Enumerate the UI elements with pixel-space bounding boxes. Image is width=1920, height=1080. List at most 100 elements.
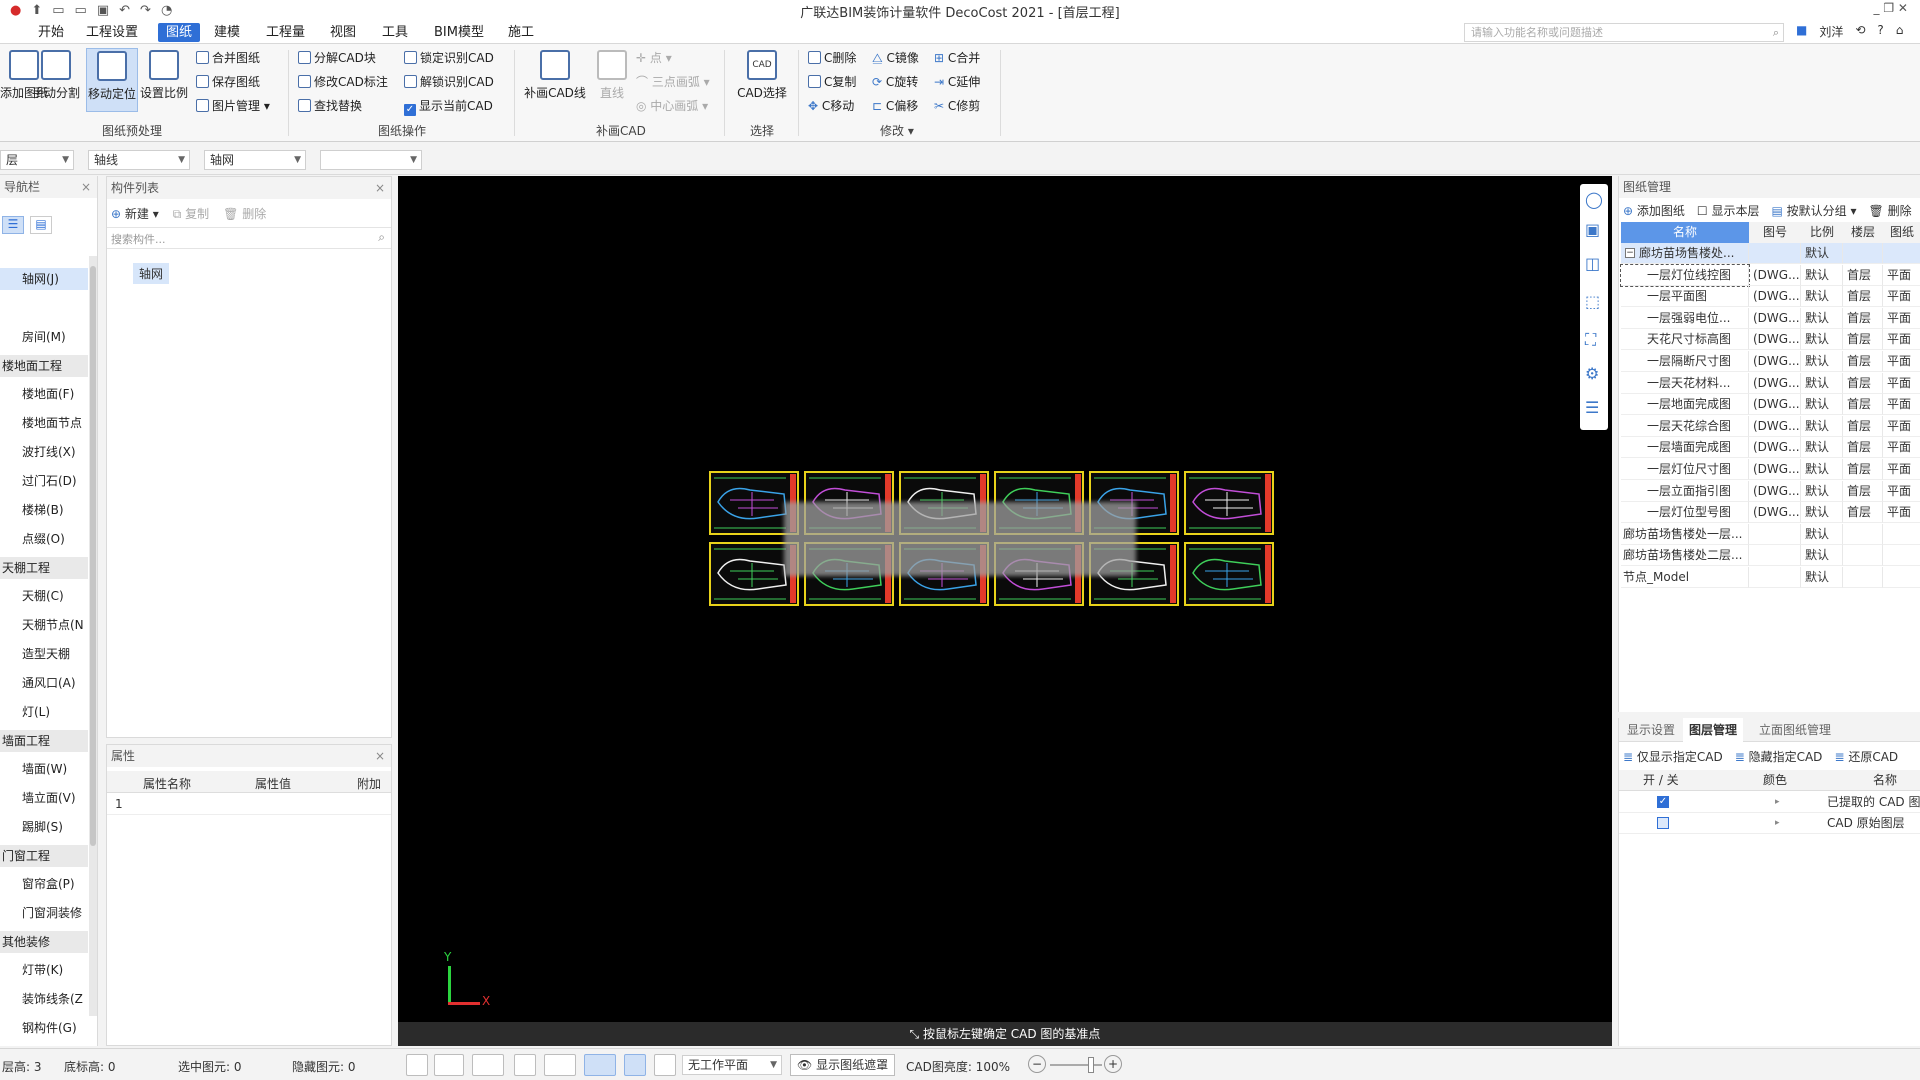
sidebar-item[interactable]: 踢脚(S) (0, 816, 88, 838)
manual-split-button[interactable]: 手动分割 (32, 48, 80, 112)
tab-tools[interactable]: 工具 (374, 23, 416, 42)
search-icon[interactable]: ⌕ (378, 230, 385, 245)
add-drawing-link[interactable]: ⊕ 添加图纸 (1623, 202, 1685, 219)
snap-icon[interactable] (584, 1054, 616, 1076)
show-mask-button[interactable]: 👁 显示图纸遮罩 (790, 1054, 896, 1076)
show-current-floor-checkbox[interactable]: ☐ 显示本层 (1697, 202, 1760, 219)
table-row[interactable]: 一层隔断尺寸图 (DWG... 默认 首层 平面 (1621, 351, 1920, 372)
c-merge-button[interactable]: ⊞ C合并 (934, 48, 980, 68)
c-rotate-button[interactable]: ⟳ C旋转 (872, 72, 918, 92)
save-drawing-button[interactable]: 保存图纸 (196, 72, 260, 92)
tab-bim-model[interactable]: BIM模型 (426, 23, 492, 42)
table-row[interactable]: 一层墙面完成图 (DWG... 默认 首层 平面 (1621, 437, 1920, 459)
c-mirror-button[interactable]: ⧋ C镜像 (872, 48, 919, 68)
tab-display-settings[interactable]: 显示设置 (1627, 718, 1675, 742)
sidebar-item[interactable]: 波打线(X) (0, 441, 88, 463)
c-copy-button[interactable]: C复制 (808, 72, 856, 92)
sidebar-item[interactable]: 天棚(C) (0, 585, 88, 607)
cross-snap-icon[interactable] (514, 1054, 536, 1076)
set-scale-button[interactable]: 设置比例 (140, 48, 188, 112)
cad-sheet[interactable] (1184, 542, 1274, 606)
table-row[interactable]: 一层天花材料... (DWG... 默认 首层 平面 (1621, 372, 1920, 394)
tab-drawings[interactable]: 图纸 (158, 23, 201, 42)
cad-drawing-sheets[interactable] (398, 176, 1612, 1046)
c-move-button[interactable]: ✥ C移动 (808, 96, 854, 116)
tab-layer-management[interactable]: 图层管理 (1683, 718, 1744, 742)
sidebar-item[interactable]: 装饰线条(Z (0, 988, 88, 1010)
draw-cad-line-button[interactable]: 补画CAD线 (522, 48, 588, 112)
table-row[interactable]: 一层灯位型号图 (DWG... 默认 首层 平面 (1621, 502, 1920, 524)
delete-component-button[interactable]: 🗑 删除 (223, 205, 266, 222)
settings-view-icon[interactable]: ⚙ (1585, 364, 1599, 383)
sidebar-item[interactable]: 门窗洞装修 (0, 902, 88, 924)
c-extend-button[interactable]: ⇥ C延伸 (934, 72, 980, 92)
arc-snap-icon[interactable] (654, 1054, 676, 1076)
tab-construction[interactable]: 施工 (500, 23, 542, 42)
table-row[interactable]: 一层灯位线控图 (DWG... 默认 首层 平面 (1620, 263, 1920, 287)
fullscreen-icon[interactable]: ⛶ (1585, 330, 1596, 350)
sidebar-item[interactable]: 过门石(D) (0, 470, 88, 492)
brightness-slider[interactable] (1050, 1057, 1102, 1073)
table-row[interactable]: ✓ ▸ 已提取的 CAD 图层 (1619, 792, 1920, 813)
close-icon[interactable]: × (81, 176, 91, 198)
show-current-cad-checkbox[interactable]: ✓ 显示当前CAD (404, 96, 493, 116)
angle-icon[interactable] (544, 1054, 576, 1076)
unlock-cad-button[interactable]: 解锁识别CAD (404, 72, 494, 92)
table-row[interactable]: 廊坊苗场售楼处一层... 默认 (1621, 523, 1920, 545)
component-select[interactable]: ▼ (320, 150, 422, 170)
user-name[interactable]: 刘洋 (1819, 23, 1843, 40)
help-button[interactable]: ? (1877, 23, 1883, 40)
group-label-modify[interactable]: 修改 ▾ (880, 122, 914, 139)
redo-icon[interactable]: ↷ (140, 3, 151, 18)
table-row[interactable]: 节点_Model 默认 (1621, 567, 1920, 588)
tab-quantities[interactable]: 工程量 (258, 23, 313, 42)
sidebar-item[interactable]: 灯带(K) (0, 959, 88, 981)
color-expand-icon[interactable]: ▸ (1775, 792, 1780, 813)
cad-sheet[interactable] (1184, 471, 1274, 535)
ortho-icon[interactable] (406, 1054, 428, 1076)
search-icon[interactable]: ⌕ (1773, 24, 1779, 41)
save-icon[interactable]: ▣ (97, 3, 109, 18)
tab-modeling[interactable]: 建模 (206, 23, 248, 42)
nav-scrollbar-thumb[interactable] (90, 266, 96, 846)
tab-project-settings[interactable]: 工程设置 (78, 23, 146, 42)
sidebar-item[interactable]: 天棚节点(N (0, 614, 88, 636)
upload-icon[interactable]: ⬆ (31, 3, 42, 18)
category-select[interactable]: 轴线 ▼ (88, 150, 190, 170)
sidebar-item[interactable]: 楼地面节点 (0, 412, 88, 434)
modify-cad-annotation-button[interactable]: 修改CAD标注 (298, 72, 388, 92)
copy-component-button[interactable]: ⧉ 复制 (173, 205, 209, 222)
3d-cube-icon[interactable] (472, 1054, 504, 1076)
cad-select-button[interactable]: CAD CAD选择 (732, 48, 792, 112)
sidebar-item[interactable]: 楼梯(B) (0, 499, 88, 521)
table-row[interactable]: 一层天花综合图 (DWG... 默认 首层 平面 (1621, 415, 1920, 437)
refresh-icon[interactable]: ⟲ (1855, 23, 1865, 40)
brightness-slider-thumb[interactable] (1088, 1057, 1094, 1073)
select-box-icon[interactable] (434, 1054, 464, 1076)
collapse-icon[interactable]: − (1625, 248, 1635, 258)
window-controls[interactable]: _ ❐ ✕ (1874, 1, 1908, 15)
tab-elevation-drawings[interactable]: 立面图纸管理 (1759, 718, 1831, 742)
table-row[interactable]: 一层地面完成图 (DWG... 默认 首层 平面 (1621, 394, 1920, 416)
close-icon[interactable]: × (375, 745, 385, 767)
component-search-input[interactable]: 搜索构件... ⌕ (107, 227, 391, 249)
image-manager-button[interactable]: 图片管理 ▾ (196, 96, 270, 116)
merge-drawings-button[interactable]: 合并图纸 (196, 48, 260, 68)
box-view-icon[interactable]: ◫ (1585, 254, 1600, 273)
move-position-button[interactable]: 移动定位 (86, 48, 138, 112)
find-replace-button[interactable]: 查找替换 (298, 96, 362, 116)
table-row[interactable]: 一层强弱电位... (DWG... 默认 首层 平面 (1621, 307, 1920, 329)
undo-icon[interactable]: ↶ (119, 3, 130, 18)
sidebar-item[interactable]: 楼地面(F) (0, 383, 88, 405)
straight-line-button[interactable]: 直线 (588, 48, 636, 112)
table-row[interactable]: 一层立面指引图 (DWG... 默认 首层 平面 (1621, 480, 1920, 502)
three-point-arc-button[interactable]: ⌒ 三点画弧 ▾ (636, 72, 710, 92)
home-icon[interactable]: ⌂ (1896, 23, 1904, 40)
lock-cad-button[interactable]: 锁定识别CAD (404, 48, 494, 68)
zoom-out-icon[interactable]: − (1028, 1055, 1046, 1073)
component-item-axis-grid[interactable]: 轴网 (133, 263, 170, 284)
hide-cad-button[interactable]: ≣ 隐藏指定CAD (1735, 748, 1823, 765)
table-row[interactable]: 廊坊苗场售楼处二层... 默认 (1621, 545, 1920, 567)
zoom-in-icon[interactable]: + (1104, 1055, 1122, 1073)
group-by-default-button[interactable]: ▤ 按默认分组 ▾ (1771, 202, 1856, 219)
